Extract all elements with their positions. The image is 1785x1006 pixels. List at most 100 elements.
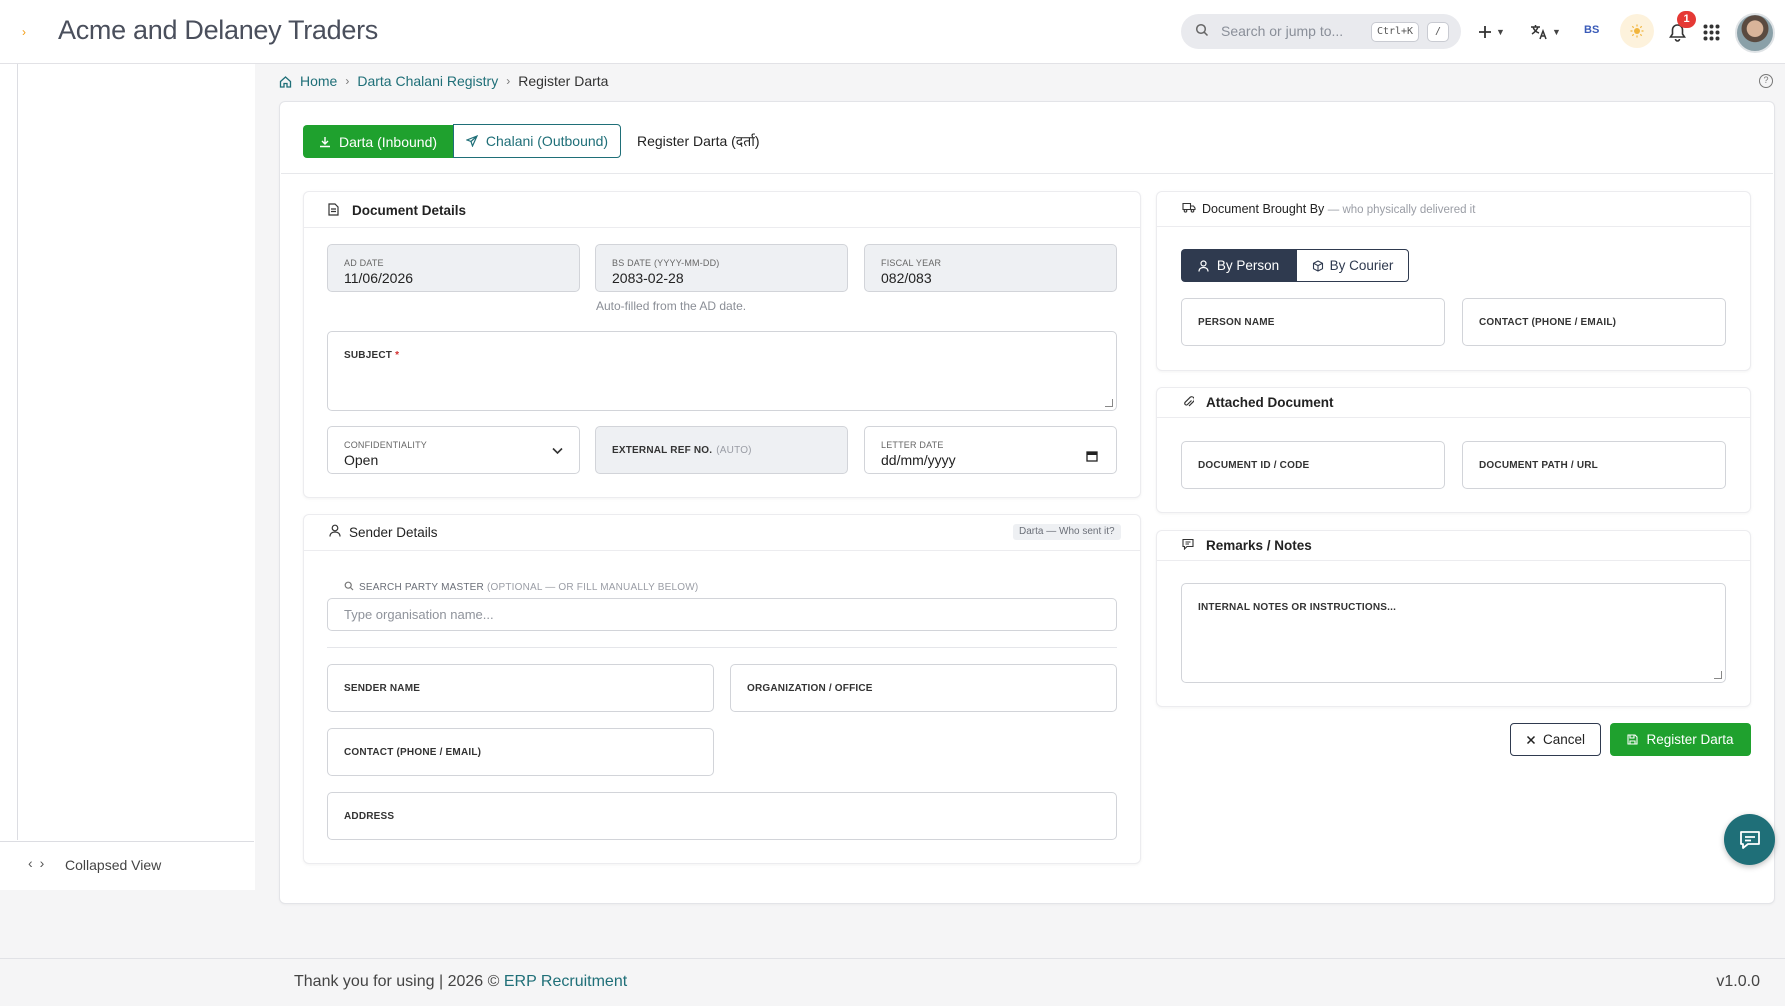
download-icon bbox=[319, 136, 330, 147]
document-id-field[interactable]: DOCUMENT ID / CODE bbox=[1181, 441, 1445, 489]
document-path-field[interactable]: DOCUMENT PATH / URL bbox=[1462, 441, 1726, 489]
divider bbox=[281, 173, 1773, 174]
party-search-input[interactable]: Type organisation name... bbox=[327, 598, 1117, 631]
party-search-label: SEARCH PARTY MASTER (OPTIONAL — OR FILL … bbox=[359, 582, 698, 593]
breadcrumb-home[interactable]: Home bbox=[300, 73, 337, 89]
panel-title: Remarks / Notes bbox=[1206, 538, 1312, 553]
menu-toggle-icon[interactable]: › bbox=[22, 26, 30, 38]
document-icon bbox=[328, 203, 339, 216]
field-label: ORGANIZATION / OFFICE bbox=[747, 682, 873, 694]
truck-icon bbox=[1182, 202, 1196, 213]
ad-date-field[interactable]: AD DATE 11/06/2026 bbox=[327, 244, 580, 292]
sender-name-field[interactable]: SENDER NAME bbox=[327, 664, 714, 712]
tab-label: Darta (Inbound) bbox=[338, 133, 438, 150]
person-contact-field[interactable]: CONTACT (PHONE / EMAIL) bbox=[1462, 298, 1726, 346]
chevron-right-icon: › bbox=[345, 74, 350, 88]
chat-icon bbox=[1739, 830, 1760, 849]
footer-link[interactable]: ERP Recruitment bbox=[504, 973, 627, 990]
resize-handle[interactable] bbox=[1714, 671, 1722, 679]
panel-header: Attached Document bbox=[1157, 388, 1750, 418]
toggle-label: By Person bbox=[1216, 258, 1280, 273]
brand-name[interactable]: Acme and Delaney Traders bbox=[58, 15, 378, 46]
field-label: PERSON NAME bbox=[1198, 316, 1275, 328]
chevron-right-icon: › bbox=[506, 74, 511, 88]
required-marker: * bbox=[395, 350, 400, 361]
translate-icon bbox=[1531, 25, 1547, 40]
by-person-toggle[interactable]: By Person bbox=[1181, 249, 1296, 282]
calendar-toggle[interactable]: BS bbox=[1584, 24, 1599, 36]
search-placeholder: Search or jump to... bbox=[1221, 23, 1344, 39]
panel-title-text: Document Brought By bbox=[1202, 202, 1325, 216]
textarea-placeholder: INTERNAL NOTES OR INSTRUCTIONS... bbox=[1198, 602, 1397, 613]
search-icon bbox=[1195, 23, 1209, 37]
field-label: LETTER DATE bbox=[881, 440, 944, 450]
resize-handle[interactable] bbox=[1105, 399, 1113, 407]
home-icon bbox=[279, 75, 292, 88]
person-name-field[interactable]: PERSON NAME bbox=[1181, 298, 1445, 346]
field-label: CONFIDENTIALITY bbox=[344, 440, 428, 450]
chevron-down-icon: ▼ bbox=[1496, 27, 1505, 37]
button-label: Register Darta bbox=[1646, 732, 1734, 747]
collapse-arrows-icon: ‹› bbox=[28, 855, 52, 871]
panel-title: Document Details bbox=[352, 203, 467, 218]
fiscal-year-field[interactable]: FISCAL YEAR 082/083 bbox=[864, 244, 1117, 292]
chat-button[interactable] bbox=[1724, 814, 1775, 865]
save-icon bbox=[1627, 734, 1639, 745]
cancel-button[interactable]: Cancel bbox=[1510, 723, 1601, 756]
breadcrumb-registry[interactable]: Darta Chalani Registry bbox=[357, 73, 498, 89]
search-placeholder: Type organisation name... bbox=[344, 607, 494, 622]
footer: Thank you for using | 2026 © ERP Recruit… bbox=[0, 958, 1785, 1006]
address-field[interactable]: ADDRESS bbox=[327, 792, 1117, 840]
bs-date-field[interactable]: BS DATE (YYYY-MM-DD) 2083-02-28 bbox=[595, 244, 848, 292]
slash-badge: / bbox=[1427, 22, 1449, 42]
language-button[interactable]: ▼ bbox=[1530, 18, 1561, 46]
close-icon bbox=[1526, 735, 1536, 744]
by-courier-toggle[interactable]: By Courier bbox=[1296, 249, 1409, 282]
button-label: Cancel bbox=[1542, 732, 1586, 747]
sidebar-collapse-toggle[interactable]: ‹› Collapsed View bbox=[0, 841, 254, 890]
add-menu-button[interactable]: ▼ bbox=[1478, 18, 1505, 46]
form-title: Register Darta (दर्ता) bbox=[637, 133, 760, 149]
register-darta-button[interactable]: Register Darta bbox=[1610, 723, 1751, 756]
ext-ref-label: EXTERNAL REF NO. bbox=[612, 444, 713, 456]
grid-icon bbox=[1703, 24, 1720, 40]
tab-darta-inbound[interactable]: Darta (Inbound) bbox=[303, 125, 453, 158]
user-avatar[interactable] bbox=[1735, 13, 1775, 53]
field-value: 11/06/2026 bbox=[344, 270, 414, 286]
tab-chalani-outbound[interactable]: Chalani (Outbound) bbox=[453, 124, 621, 158]
calendar-icon[interactable] bbox=[1086, 450, 1098, 462]
comment-icon bbox=[1182, 538, 1194, 550]
letter-date-field[interactable]: LETTER DATE dd/mm/yyyy bbox=[864, 426, 1117, 474]
subject-label-text: SUBJECT bbox=[344, 350, 393, 361]
external-ref-field[interactable]: EXTERNAL REF NO. (AUTO) bbox=[595, 426, 848, 474]
field-label: DOCUMENT PATH / URL bbox=[1479, 459, 1598, 471]
remarks-textarea[interactable]: INTERNAL NOTES OR INSTRUCTIONS... bbox=[1181, 583, 1726, 683]
field-label: CONTACT (PHONE / EMAIL) bbox=[344, 746, 482, 758]
sender-contact-field[interactable]: CONTACT (PHONE / EMAIL) bbox=[327, 728, 714, 776]
panel-subtitle: — who physically delivered it bbox=[1327, 204, 1476, 216]
confidentiality-select[interactable]: CONFIDENTIALITY Open bbox=[327, 426, 580, 474]
theme-toggle[interactable] bbox=[1620, 14, 1654, 48]
search-icon bbox=[344, 581, 354, 591]
field-label: EXTERNAL REF NO. (AUTO) bbox=[612, 427, 752, 473]
panel-title: Sender Details bbox=[349, 525, 438, 540]
panel-title: Document Brought By — who physically del… bbox=[1202, 202, 1475, 216]
help-icon[interactable]: ? bbox=[1759, 74, 1773, 88]
subject-textarea[interactable]: SUBJECT * bbox=[327, 331, 1117, 411]
global-search[interactable]: Search or jump to... Ctrl+K / bbox=[1181, 14, 1461, 49]
organization-field[interactable]: ORGANIZATION / OFFICE bbox=[730, 664, 1117, 712]
toggle-label: By Courier bbox=[1329, 258, 1394, 273]
field-value: Open bbox=[344, 452, 379, 468]
field-label: ADDRESS bbox=[344, 810, 395, 822]
breadcrumb: Home › Darta Chalani Registry › Register… bbox=[279, 73, 608, 89]
party-search-label-main: SEARCH PARTY MASTER bbox=[359, 582, 484, 593]
footer-text: Thank you for using | 2026 © bbox=[294, 973, 500, 990]
ext-ref-auto: (AUTO) bbox=[716, 444, 752, 456]
field-label: DOCUMENT ID / CODE bbox=[1198, 459, 1310, 471]
package-icon bbox=[1312, 259, 1323, 272]
apps-grid-button[interactable] bbox=[1703, 18, 1720, 46]
chevron-down-icon: ▼ bbox=[1552, 27, 1561, 37]
user-icon bbox=[329, 524, 341, 537]
field-label: SUBJECT * bbox=[344, 350, 399, 361]
field-label: BS DATE (YYYY-MM-DD) bbox=[612, 258, 720, 268]
